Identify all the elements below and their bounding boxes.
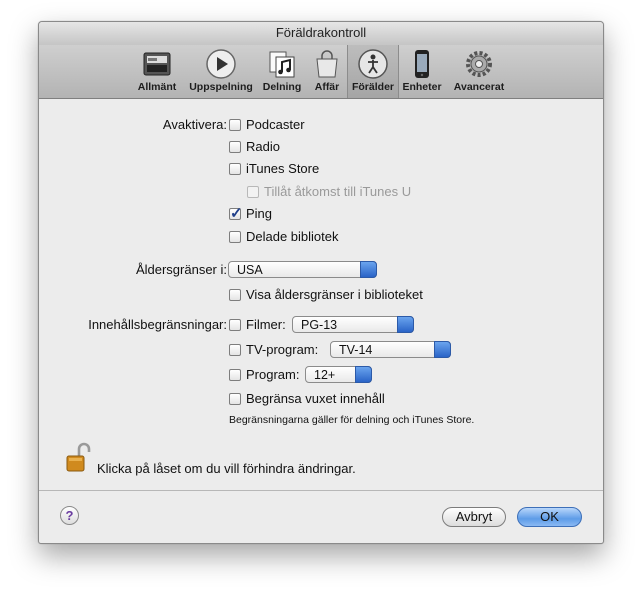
restrictions-note: Begränsningarna gäller för delning och i…: [229, 414, 475, 426]
preferences-toolbar: Allmänt Uppspelning Delning Affär Föräld…: [39, 45, 603, 99]
movies-label: Filmer:: [246, 317, 286, 332]
ok-button[interactable]: OK: [517, 507, 582, 527]
parental-control-window: Föräldrakontroll Allmänt Uppspelning Del…: [38, 21, 604, 544]
tab-devices-label: Enheter: [402, 81, 442, 93]
apps-label: Program:: [246, 367, 300, 382]
show-ratings-checkbox[interactable]: [229, 289, 241, 301]
restrictions-label: Innehållsbegränsningar:: [88, 317, 227, 332]
parental-figure-icon: [358, 49, 388, 79]
podcasts-checkbox[interactable]: [229, 119, 241, 131]
tab-parental-label: Förälder: [351, 81, 394, 93]
tab-sharing[interactable]: Delning: [257, 45, 307, 98]
ping-label: Ping: [246, 206, 273, 221]
explicit-content-label: Begränsa vuxet innehåll: [246, 391, 385, 406]
apps-checkbox[interactable]: [229, 369, 241, 381]
popup-arrows-icon: [360, 261, 377, 278]
movies-rating-value: PG-13: [301, 318, 338, 332]
tab-parental[interactable]: Förälder: [347, 45, 399, 98]
itunes-u-checkbox[interactable]: [247, 186, 259, 198]
tab-playback[interactable]: Uppspelning: [185, 45, 257, 98]
movies-checkbox[interactable]: [229, 319, 241, 331]
iphone-icon: [415, 50, 429, 78]
tab-advanced-label: Avancerat: [453, 81, 505, 93]
movies-rating-popup[interactable]: PG-13: [292, 316, 414, 333]
tab-general-label: Allmänt: [137, 81, 177, 93]
country-popup[interactable]: USA: [228, 261, 377, 278]
window-title: Föräldrakontroll: [39, 22, 603, 46]
explicit-content-checkbox[interactable]: [229, 393, 241, 405]
tab-sharing-label: Delning: [262, 81, 302, 93]
shared-libraries-label: Delade bibliotek: [246, 229, 339, 244]
tv-rating-popup[interactable]: TV-14: [330, 341, 451, 358]
shopping-bag-icon: [316, 50, 338, 78]
tv-rating-value: TV-14: [339, 343, 373, 357]
lock-open-icon[interactable]: [66, 442, 92, 474]
podcasts-label: Podcaster: [246, 117, 305, 132]
gear-icon: [466, 51, 492, 77]
tv-checkbox[interactable]: [229, 344, 241, 356]
apps-rating-value: 12+: [314, 368, 336, 382]
tab-general[interactable]: Allmänt: [129, 45, 185, 98]
lock-text: Klicka på låset om du vill förhindra änd…: [97, 461, 356, 476]
radio-label: Radio: [246, 139, 280, 154]
tv-label: TV-program:: [246, 342, 319, 357]
bottom-divider: [39, 490, 603, 491]
tab-store[interactable]: Affär: [307, 45, 347, 98]
tab-store-label: Affär: [314, 81, 340, 93]
music-sharing-icon: [269, 51, 295, 78]
apps-rating-popup[interactable]: 12+: [305, 366, 372, 383]
itunes-u-label: Tillåt åtkomst till iTunes U: [264, 184, 412, 199]
ping-checkbox[interactable]: [229, 204, 243, 222]
itunes-store-checkbox[interactable]: [229, 163, 241, 175]
tab-devices[interactable]: Enheter: [397, 45, 447, 98]
tab-playback-label: Uppspelning: [189, 81, 253, 93]
popup-arrows-icon: [355, 366, 372, 383]
tab-advanced[interactable]: Avancerat: [447, 45, 511, 98]
disable-label: Avaktivera:: [162, 117, 227, 132]
shared-libraries-checkbox[interactable]: [229, 231, 241, 243]
ratings-for-label: Åldersgränser i:: [135, 262, 227, 277]
help-button[interactable]: ?: [60, 506, 79, 525]
country-value: USA: [237, 263, 263, 277]
popup-arrows-icon: [397, 316, 414, 333]
itunes-store-label: iTunes Store: [246, 161, 320, 176]
radio-checkbox[interactable]: [229, 141, 241, 153]
show-ratings-label: Visa åldersgränser i biblioteket: [246, 287, 423, 302]
popup-arrows-icon: [434, 341, 451, 358]
switch-icon: [143, 52, 171, 76]
cancel-button[interactable]: Avbryt: [442, 507, 506, 527]
play-icon: [206, 49, 236, 79]
